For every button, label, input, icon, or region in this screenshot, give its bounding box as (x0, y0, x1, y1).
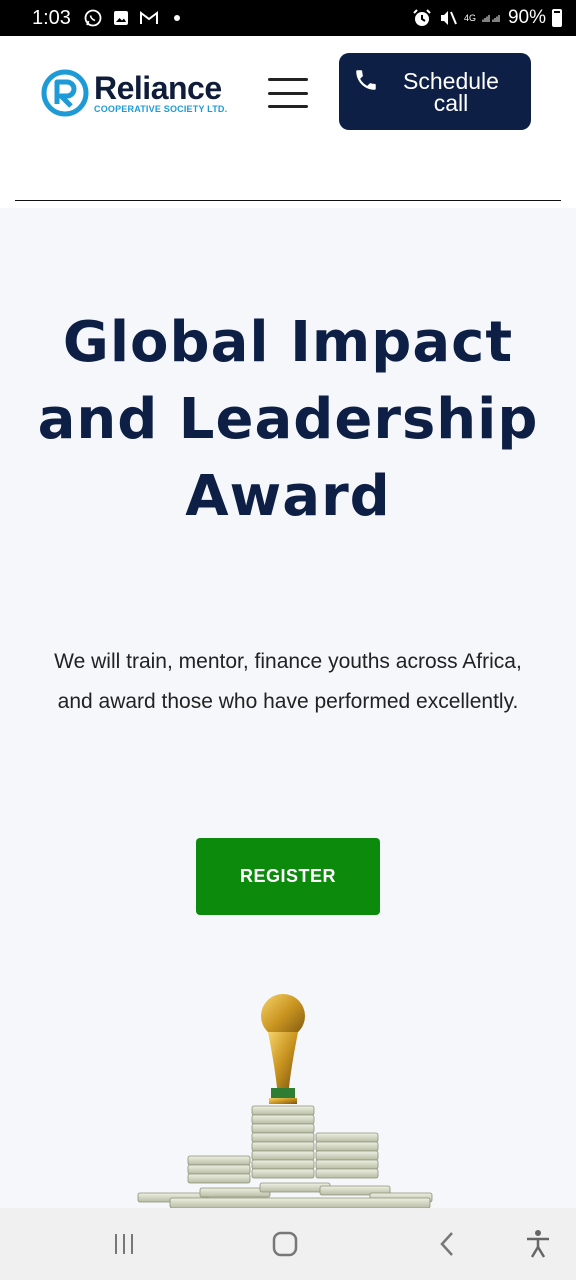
mute-icon (438, 8, 458, 28)
alarm-icon (412, 8, 432, 28)
accessibility-icon[interactable] (520, 1226, 556, 1262)
recent-apps-icon[interactable] (106, 1226, 142, 1262)
dot-icon (167, 8, 187, 28)
network-type: 4G (463, 12, 476, 23)
schedule-call-label: Schedule call (403, 67, 499, 116)
hamburger-menu-icon[interactable] (268, 78, 308, 108)
gmail-icon (139, 8, 159, 28)
battery-icon (552, 9, 562, 27)
site-header: Reliance COOPERATIVE SOCIETY LTD. Schedu… (0, 36, 576, 208)
schedule-call-button[interactable]: Schedule call (339, 53, 531, 130)
signal-icon (482, 8, 502, 28)
header-divider (15, 200, 561, 201)
back-icon[interactable] (429, 1226, 465, 1262)
register-button[interactable]: REGISTER (196, 838, 380, 915)
phone-icon (356, 70, 376, 90)
status-time: 1:03 (32, 6, 71, 29)
logo-subtitle: COOPERATIVE SOCIETY LTD. (94, 104, 228, 114)
status-bar: 1:03 4G 90% (0, 0, 576, 36)
hero-title: Global Impact and Leadership Award (37, 310, 539, 529)
reliance-logo-icon (41, 69, 89, 117)
logo-name: Reliance (94, 70, 222, 106)
whatsapp-icon (83, 8, 103, 28)
hero-section: Global Impact and Leadership Award We wi… (0, 208, 576, 1208)
hero-description: We will train, mentor, finance youths ac… (54, 650, 522, 713)
system-nav-bar (0, 1208, 576, 1280)
logo[interactable]: Reliance COOPERATIVE SOCIETY LTD. (40, 68, 227, 118)
battery-level: 90% (507, 7, 546, 28)
trophy-image (137, 994, 433, 1208)
home-icon[interactable] (267, 1226, 303, 1262)
gallery-icon (111, 8, 131, 28)
